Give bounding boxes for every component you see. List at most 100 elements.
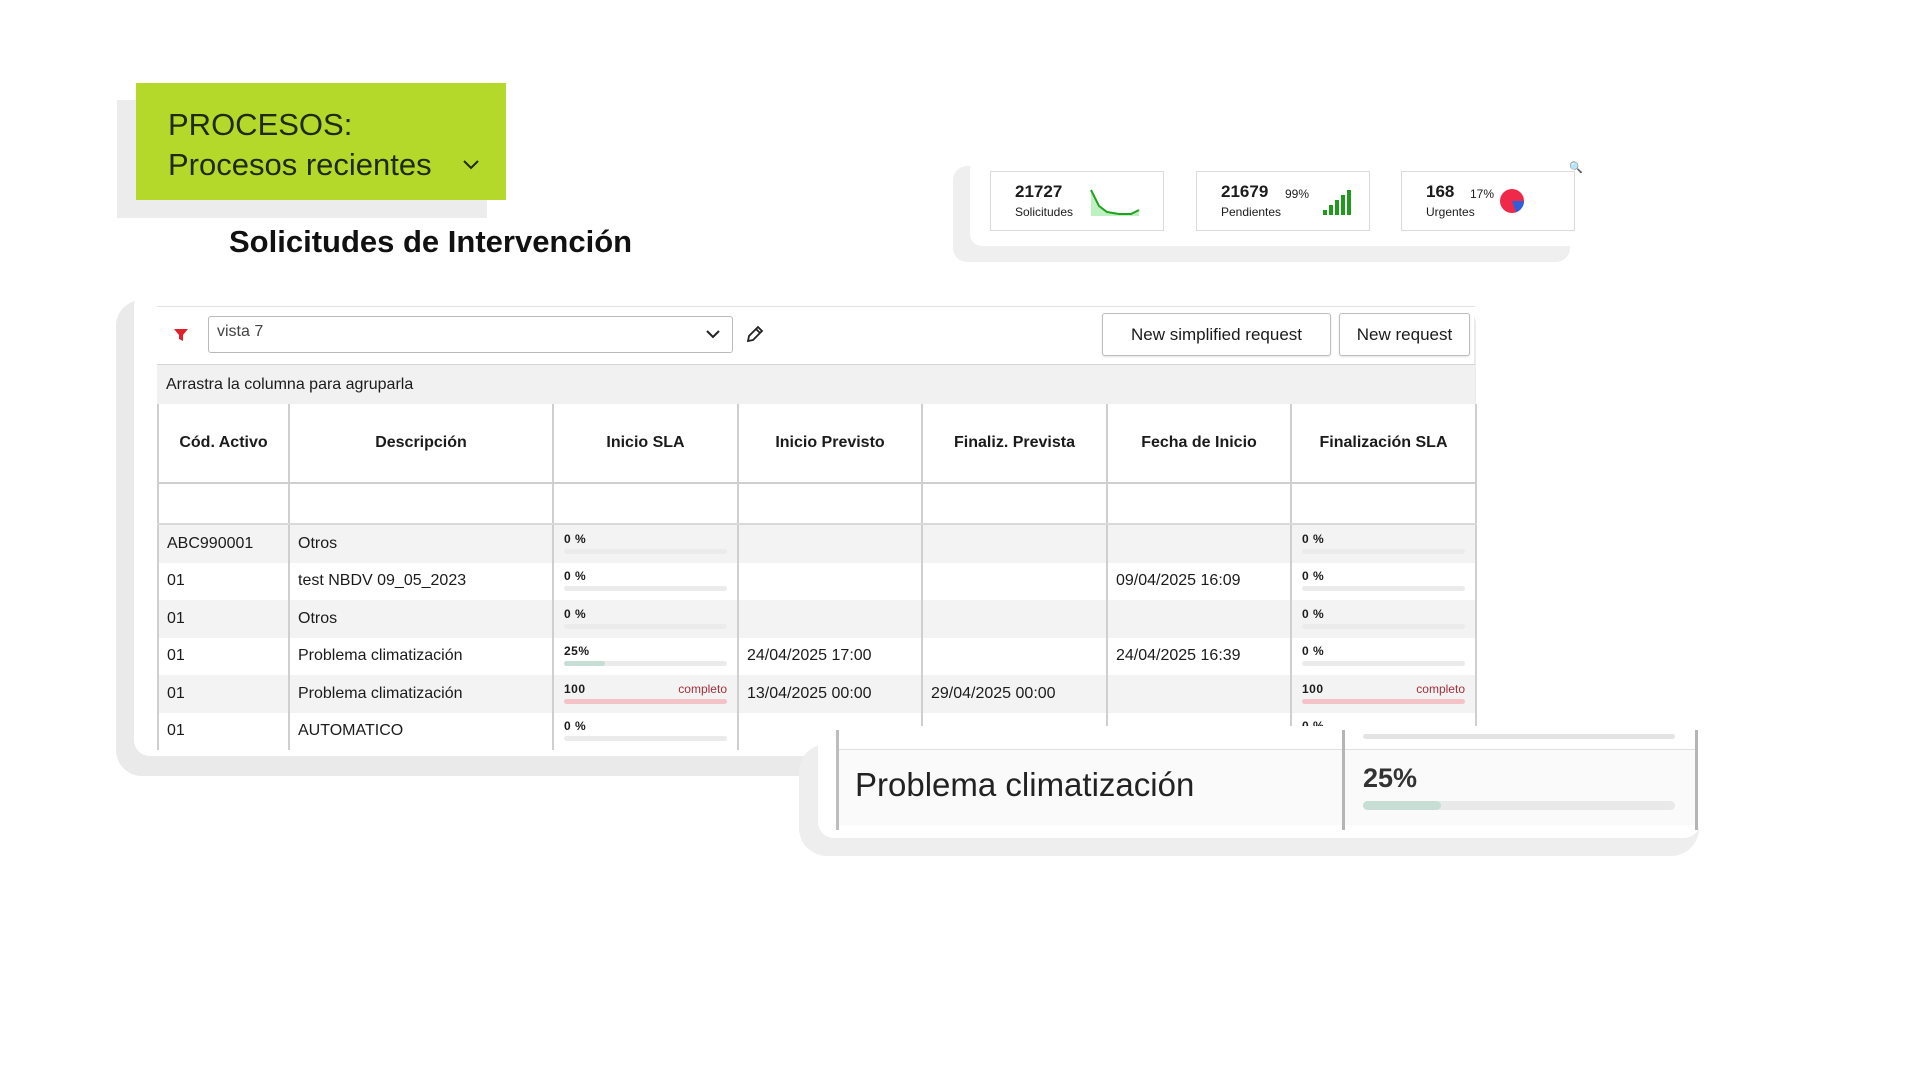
filter-cell[interactable] [737,483,922,525]
sla-state: completo [678,681,727,696]
cell-fecha-inicio: 24/04/2025 16:39 [1106,637,1291,675]
filter-cell[interactable] [921,483,1107,525]
kpi-percentage: 17% [1470,187,1495,201]
table-row[interactable]: 01 Problema climatización 25% 24/04/2025 17… [157,637,1477,675]
process-selector[interactable]: PROCESOS: Procesos recientes [136,83,506,200]
filter-cell[interactable] [1290,483,1477,525]
sla-progress: 0 % [562,604,729,634]
cell-fecha-inicio [1106,600,1291,638]
cell-inicio-sla: 100 completo [552,675,738,713]
cell-inicio-sla: 0 % [552,712,738,750]
cell-finalizacion-sla: 100 completo [1290,675,1477,713]
cell-fecha-inicio [1106,524,1291,563]
group-drop-zone[interactable]: Arrastra la columna para agruparla [157,364,1475,404]
sla-percentage: 0 % [1302,569,1325,584]
sla-progress-track [1302,623,1465,629]
sla-progress-track [1302,698,1465,704]
view-select[interactable]: vista 7 [208,316,733,353]
column-divider [836,730,839,830]
sla-progress: 25% [562,641,729,671]
cell-descripcion: Problema climatización [288,637,553,675]
bar-chart-icon [1323,190,1351,215]
chevron-down-icon [706,330,720,339]
column-header-inicio-previsto[interactable]: Inicio Previsto [737,404,922,484]
cell-descripcion: test NBDV 09_05_2023 [288,562,553,600]
requests-table: Cód. Activo Descripción Inicio SLA Inici… [157,404,1477,750]
sla-progress-track [1302,548,1465,554]
cell-descripcion: Problema climatización [288,675,553,713]
cell-inicio-previsto: 24/04/2025 17:00 [737,637,922,675]
filter-cell[interactable] [1106,483,1291,525]
sla-progress: 0 % [1300,529,1467,559]
zoom-description: Problema climatización [855,766,1195,803]
table-row[interactable]: ABC990001 Otros 0 % 0 % [157,524,1477,563]
edit-icon[interactable] [745,324,765,344]
sla-progress-track [564,661,727,667]
sla-progress: 0 % [1300,566,1467,596]
cell-inicio-sla: 0 % [552,562,738,600]
filter-icon[interactable] [173,327,189,343]
filter-cell[interactable] [157,483,289,525]
cell-inicio-previsto [737,600,922,638]
cell-cod-activo: 01 [157,675,289,713]
cell-fecha-inicio [1106,675,1291,713]
view-select-value: vista 7 [217,323,264,340]
column-header-cod-activo[interactable]: Cód. Activo [157,404,289,484]
sla-percentage: 0 % [564,569,587,584]
sparkline-icon [1090,189,1140,216]
kpi-value: 21679 [1221,182,1269,201]
kpi-value: 168 [1426,182,1455,201]
cell-fecha-inicio: 09/04/2025 16:09 [1106,562,1291,600]
cell-finaliz-prevista [921,524,1107,563]
column-divider [1695,730,1698,830]
sla-progress-fill [564,661,605,667]
column-header-finaliz-prevista[interactable]: Finaliz. Prevista [921,404,1107,484]
sla-progress-track [564,548,727,554]
kpi-label: Solicitudes [1015,205,1074,219]
kpi-label: Urgentes [1426,205,1475,219]
column-header-inicio-sla[interactable]: Inicio SLA [552,404,738,484]
pie-chart-icon [1500,189,1524,213]
column-filter-row [157,483,1477,525]
cell-finalizacion-sla: 0 % [1290,637,1477,675]
column-header-finalizacion-sla[interactable]: Finalización SLA [1290,404,1477,484]
cell-finaliz-prevista: 29/04/2025 00:00 [921,675,1107,713]
cell-finaliz-prevista [921,562,1107,600]
sla-progress-track [1302,586,1465,592]
table-row[interactable]: 01 Problema climatización 100 completo 13/04… [157,675,1477,713]
sla-progress: 0 % [562,716,729,746]
new-simplified-request-button[interactable]: New simplified request [1102,313,1331,356]
cell-inicio-previsto [737,524,922,563]
sla-progress: 0 % [1300,641,1467,671]
sla-percentage: 100 [1302,681,1324,696]
cell-finalizacion-sla: 0 % [1290,600,1477,638]
cell-descripcion: AUTOMATICO [288,712,553,750]
table-row[interactable]: 01 test NBDV 09_05_2023 0 % 09/04/2025 16:0… [157,562,1477,600]
sla-progress-fill [564,698,727,704]
chevron-down-icon[interactable] [463,160,479,170]
sla-progress: 100 completo [1300,679,1467,709]
cell-finaliz-prevista [921,600,1107,638]
sla-progress: 0 % [562,529,729,559]
cell-finalizacion-sla: 0 % [1290,562,1477,600]
page-title: Solicitudes de Intervención [229,224,633,259]
kpi-card-pendientes[interactable]: 21679 Pendientes 99% [1196,171,1370,231]
sla-percentage: 0 % [564,719,587,734]
column-header-descripcion[interactable]: Descripción [288,404,553,484]
sla-progress-track [1302,661,1465,667]
kpi-card-solicitudes[interactable]: 21727 Solicitudes [990,171,1164,231]
sla-progress-fill [1302,698,1465,704]
cell-cod-activo: 01 [157,562,289,600]
column-header-fecha-inicio[interactable]: Fecha de Inicio [1106,404,1291,484]
column-divider [1342,730,1345,830]
cell-inicio-sla: 0 % [552,524,738,563]
filter-cell[interactable] [552,483,738,525]
cell-inicio-previsto: 13/04/2025 00:00 [737,675,922,713]
kpi-card-urgentes[interactable]: 168 Urgentes 17% [1401,171,1575,231]
filter-cell[interactable] [288,483,553,525]
cell-cod-activo: 01 [157,712,289,750]
table-row[interactable]: 01 Otros 0 % 0 % [157,600,1477,638]
new-request-button[interactable]: New request [1339,313,1470,356]
sla-percentage: 0 % [1302,606,1325,621]
zoom-progress-fill [1363,801,1441,810]
